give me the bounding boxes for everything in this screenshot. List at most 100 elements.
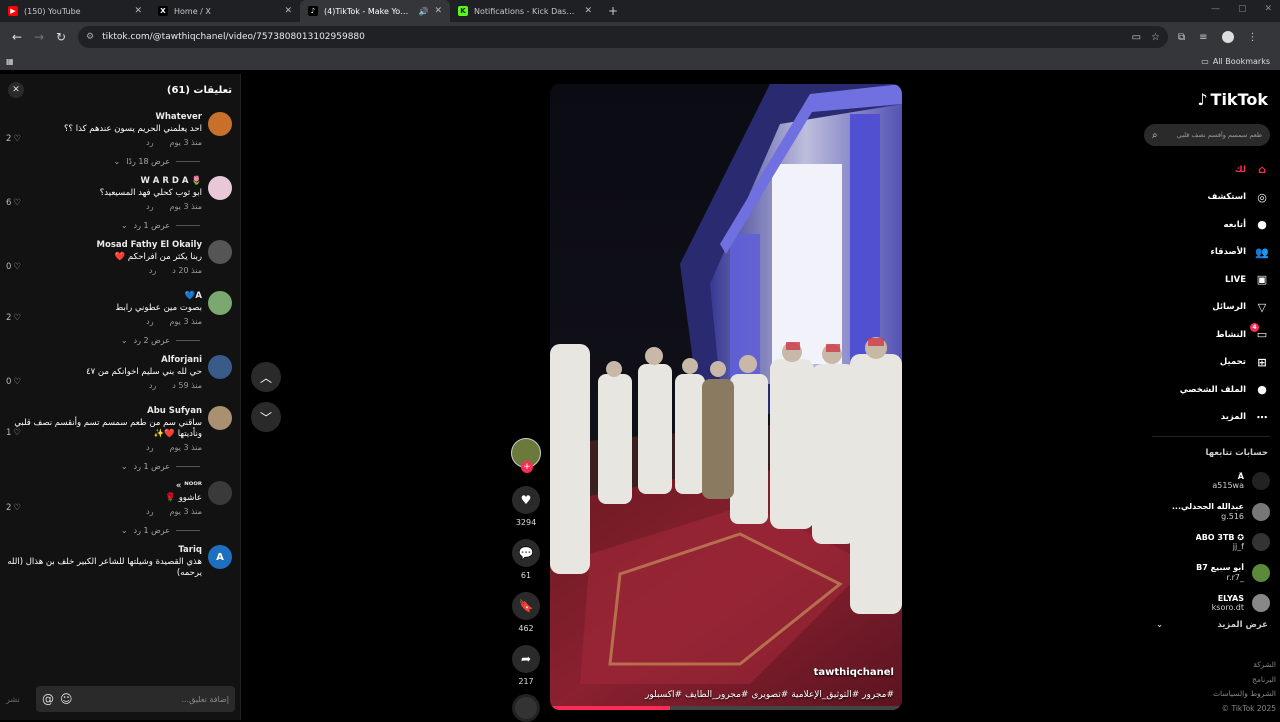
like-button[interactable]: ♥ [512, 486, 540, 514]
new-tab-button[interactable]: + [600, 0, 626, 22]
view-replies-button[interactable]: عرض 1 رد ⌄ [0, 452, 240, 475]
comment-username[interactable]: Whatever [6, 112, 203, 122]
reply-button[interactable]: رد [149, 381, 156, 390]
comment-username[interactable]: A💙 [6, 291, 202, 301]
avatar[interactable] [208, 240, 232, 265]
avatar[interactable] [208, 176, 232, 201]
reply-button[interactable]: رد [146, 317, 153, 326]
avatar[interactable] [208, 406, 232, 431]
post-comment-button[interactable]: نشر [6, 695, 30, 704]
view-replies-button[interactable]: عرض 1 رد ⌄ [0, 516, 240, 539]
sidebar-item[interactable]: ▽ الرسائل [1140, 294, 1270, 322]
comment-like-button[interactable]: 6 ♡ [6, 198, 21, 208]
browser-tab[interactable]: ♪ (4)TikTok - Make Your Day 🔊 ✕ [300, 0, 450, 22]
previous-video-button[interactable]: ︿ [251, 362, 281, 392]
cast-icon[interactable]: ▭ [1132, 32, 1141, 43]
tiktok-logo[interactable]: ♪ TikTok [1197, 90, 1268, 109]
avatar[interactable]: A [208, 545, 232, 570]
close-tab-icon[interactable]: ✕ [284, 6, 292, 16]
apps-icon[interactable]: ▦ [6, 57, 14, 66]
comment-like-button[interactable]: 0 ♡ [6, 377, 21, 387]
close-comments-icon[interactable]: ✕ [8, 82, 24, 98]
chevron-down-icon: ⌄ [120, 336, 128, 346]
site-info-icon[interactable]: ⚙ [86, 32, 94, 42]
creator-avatar[interactable]: + [511, 438, 541, 473]
address-bar[interactable]: ⚙ tiktok.com/@tawthiqchanel/video/757380… [78, 26, 1168, 48]
following-item[interactable]: ✪ ABO 3TB jj_f [1140, 527, 1270, 558]
profile-avatar[interactable] [1221, 31, 1234, 43]
bookmark-star-icon[interactable]: ☆ [1151, 32, 1160, 43]
music-disc-icon[interactable] [512, 694, 540, 722]
comment-username[interactable]: 🌷 W A R D A [6, 176, 202, 186]
browser-tab[interactable]: ▶ (150) YouTube ✕ [0, 0, 150, 22]
footer-link[interactable]: البرنامج [1213, 673, 1276, 688]
close-tab-icon[interactable]: ✕ [584, 6, 592, 16]
comment-like-button[interactable]: 0 ♡ [6, 262, 21, 272]
all-bookmarks-button[interactable]: ▭ All Bookmarks [1201, 57, 1274, 66]
avatar[interactable] [208, 112, 232, 136]
video-username[interactable]: tawthiqchanel [814, 667, 894, 678]
audio-playing-icon[interactable]: 🔊 [418, 7, 428, 16]
search-input[interactable]: طعم سمسم وأقسم نصف قلبي ⌕ [1144, 124, 1270, 146]
comment-like-button[interactable]: 2 ♡ [6, 134, 21, 144]
maximize-icon[interactable]: ▢ [1238, 4, 1247, 14]
close-tab-icon[interactable]: ✕ [134, 6, 142, 16]
media-control-icon[interactable]: ≡ [1199, 32, 1207, 43]
reply-button[interactable]: رد [149, 266, 156, 275]
view-replies-button[interactable]: عرض 2 رد ⌄ [0, 326, 240, 349]
view-replies-button[interactable]: عرض 1 رد ⌄ [0, 211, 240, 234]
video-player[interactable]: tawthiqchanel #مجرور #التوثيق_الإعلامية … [550, 84, 902, 710]
view-replies-button[interactable]: عرض 18 ردًا ⌄ [0, 147, 240, 170]
share-button[interactable]: ➦ [512, 645, 540, 673]
sidebar-item[interactable]: ▣ LIVE [1140, 266, 1270, 294]
reply-button[interactable]: رد [146, 507, 153, 516]
mention-icon[interactable]: @ [42, 692, 54, 706]
menu-icon[interactable]: ⋮ [1248, 32, 1258, 43]
browser-tab[interactable]: X Home / X ✕ [150, 0, 300, 22]
follow-plus-icon[interactable]: + [521, 461, 533, 473]
forward-icon[interactable]: → [28, 26, 50, 48]
reload-icon[interactable]: ↻ [50, 26, 72, 48]
comment-like-button[interactable]: 2 ♡ [6, 503, 21, 513]
save-button[interactable]: 🔖 [512, 592, 540, 620]
comment-button[interactable]: 💬 [512, 539, 540, 567]
comment-like-button[interactable]: 2 ♡ [6, 313, 21, 323]
following-item[interactable]: Ãa515wa [1140, 466, 1270, 497]
avatar[interactable] [208, 481, 232, 506]
footer-link[interactable]: الشركة [1213, 658, 1276, 673]
sidebar-item[interactable]: ⊞ تحميل [1140, 349, 1270, 377]
reply-button[interactable]: رد [146, 138, 153, 147]
browser-tab[interactable]: K Notifications - Kick Dashboard ✕ [450, 0, 600, 22]
back-icon[interactable]: ← [6, 26, 28, 48]
comment-username[interactable]: Mosad Fathy El Okaily [6, 240, 202, 250]
comment-like-button[interactable]: 1 ♡ [6, 428, 21, 438]
comment-username[interactable]: Alforjani [6, 355, 202, 365]
close-window-icon[interactable]: ✕ [1264, 4, 1272, 14]
comment-input[interactable]: @ ☺ إضافة تعليق... [36, 686, 235, 712]
search-icon[interactable]: ⌕ [1152, 130, 1158, 141]
sidebar-item[interactable]: ◎ استكشف [1140, 184, 1270, 212]
sidebar-item[interactable]: ⋯ المزيد [1140, 404, 1270, 432]
close-tab-icon[interactable]: ✕ [434, 6, 442, 16]
comment-username[interactable]: Abu Sufyan [6, 406, 202, 416]
footer-link[interactable]: الشروط والسياسات [1213, 687, 1276, 702]
avatar[interactable] [208, 355, 232, 380]
following-item[interactable]: ELYAS ksoro.dt [1140, 588, 1270, 619]
reply-button[interactable]: رد [146, 443, 153, 452]
sidebar-item[interactable]: ▭ 4 النشاط [1140, 321, 1270, 349]
extensions-icon[interactable]: ⧉ [1178, 32, 1185, 43]
following-item[interactable]: عبدالله الجحدلي... g.516 [1140, 497, 1270, 528]
following-item[interactable]: أبو سبيع B7 r.r7_ [1140, 558, 1270, 589]
comment-username[interactable]: ᴺᴼᴼᴿ » [6, 481, 202, 491]
sidebar-item[interactable]: 👥 الأصدقاء [1140, 239, 1270, 267]
comment-username[interactable]: Tariq [6, 545, 202, 555]
emoji-icon[interactable]: ☺ [60, 692, 73, 706]
show-more-button[interactable]: عرض المزيد ⌄ [1156, 620, 1268, 630]
reply-button[interactable]: رد [146, 202, 153, 211]
sidebar-item[interactable]: ● أتابعه [1140, 211, 1270, 239]
sidebar-item[interactable]: ⌂ لك [1140, 156, 1270, 184]
sidebar-item[interactable]: ● الملف الشخصي [1140, 376, 1270, 404]
next-video-button[interactable]: ﹀ [251, 402, 281, 432]
avatar[interactable] [208, 291, 232, 316]
minimize-icon[interactable]: — [1211, 4, 1220, 14]
